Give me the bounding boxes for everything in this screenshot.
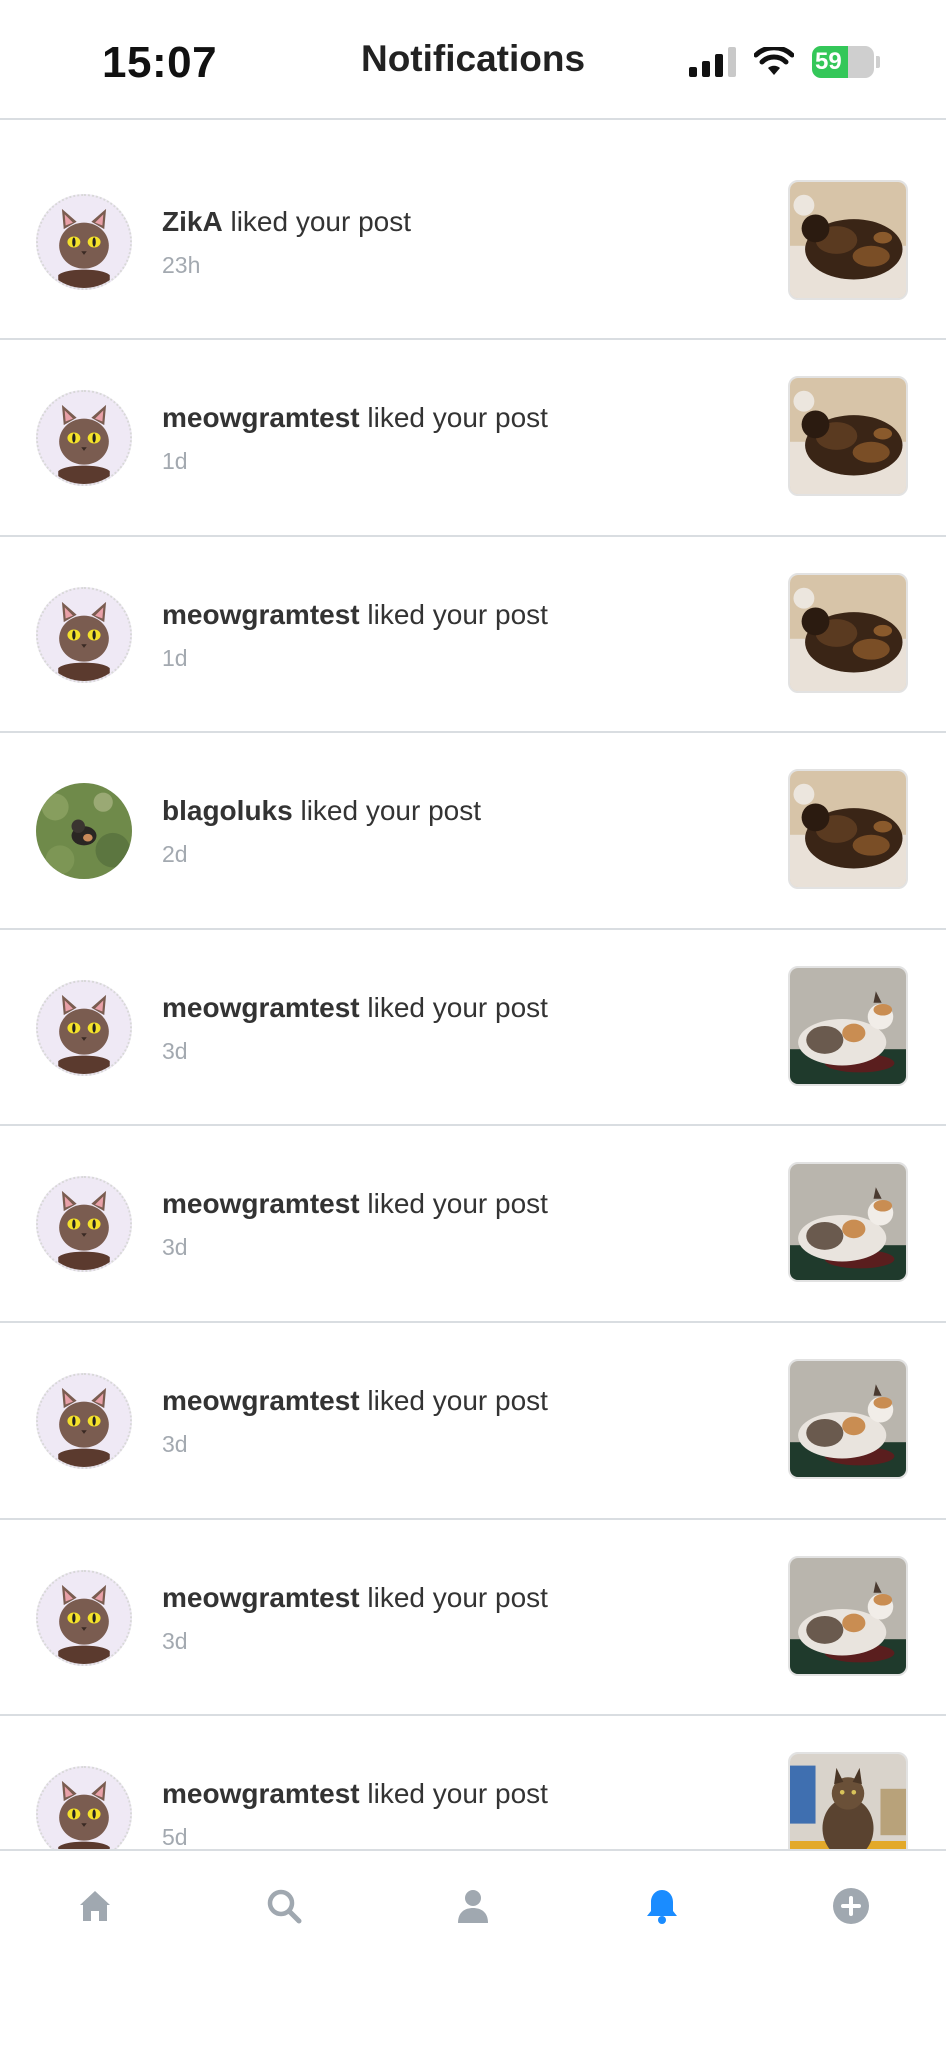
notification-text: meowgramtest liked your post 3d <box>162 992 548 1065</box>
post-thumbnail[interactable] <box>788 1555 908 1676</box>
username-link[interactable]: blagoluks <box>162 795 293 826</box>
username-link[interactable]: meowgramtest <box>162 1188 360 1219</box>
battery-icon: 59 <box>812 46 874 78</box>
notification-message: meowgramtest liked your post <box>162 402 548 434</box>
notification-action: liked your post <box>359 1581 548 1613</box>
notification-row[interactable]: meowgramtest liked your post 5d <box>0 1716 946 1849</box>
profile-icon <box>458 1890 488 1923</box>
tab-profile[interactable] <box>448 1881 498 1931</box>
post-thumbnail[interactable] <box>788 376 908 496</box>
notification-row[interactable]: meowgramtest liked your post 3d <box>0 930 946 1127</box>
post-thumbnail[interactable] <box>788 1752 908 1849</box>
notification-text: meowgramtest liked your post 5d <box>162 1778 548 1849</box>
notification-text: meowgramtest liked your post 3d <box>162 1385 548 1458</box>
avatar[interactable] <box>36 390 132 486</box>
notification-time: 3d <box>162 1430 188 1457</box>
notification-row[interactable]: meowgramtest liked your post 1d <box>0 340 946 537</box>
notification-row[interactable]: meowgramtest liked your post 3d <box>0 1323 946 1520</box>
wifi-icon <box>754 47 794 75</box>
username-link[interactable]: meowgramtest <box>162 599 360 630</box>
notification-row[interactable]: ZikA liked your post 23h <box>0 122 946 340</box>
notification-row[interactable]: meowgramtest liked your post 3d <box>0 1520 946 1717</box>
notification-message: meowgramtest liked your post <box>162 1385 548 1417</box>
notification-text: meowgramtest liked your post 1d <box>162 599 548 672</box>
notification-time: 23h <box>162 252 201 278</box>
notification-time: 1d <box>162 644 188 671</box>
search-icon <box>267 1889 302 1924</box>
notification-action: liked your post <box>222 206 412 237</box>
avatar[interactable] <box>36 1372 132 1469</box>
username-link[interactable]: meowgramtest <box>162 1582 360 1613</box>
notification-time: 1d <box>162 448 188 474</box>
tab-notifications[interactable] <box>637 1881 687 1931</box>
notification-message: meowgramtest liked your post <box>162 1188 548 1220</box>
notification-action: liked your post <box>359 1778 548 1810</box>
notification-action: liked your post <box>359 402 548 433</box>
notification-action: liked your post <box>359 1188 548 1220</box>
bell-icon <box>647 1890 677 1924</box>
notification-time: 5d <box>162 1824 188 1849</box>
avatar[interactable] <box>36 586 132 683</box>
notification-text: meowgramtest liked your post 1d <box>162 402 548 475</box>
username-link[interactable]: meowgramtest <box>162 1385 360 1416</box>
username-link[interactable]: ZikA <box>162 206 223 237</box>
notification-message: meowgramtest liked your post <box>162 1778 548 1810</box>
avatar[interactable] <box>36 979 132 1076</box>
home-icon <box>80 1891 110 1921</box>
notification-time: 3d <box>162 1234 188 1261</box>
tab-bar <box>0 1849 946 2048</box>
username-link[interactable]: meowgramtest <box>162 1778 360 1809</box>
notification-message: meowgramtest liked your post <box>162 1582 548 1614</box>
notification-action: liked your post <box>359 1384 548 1416</box>
notification-text: meowgramtest liked your post 3d <box>162 1582 548 1655</box>
notification-text: blagoluks liked your post 2d <box>162 795 481 868</box>
status-icons: 59 <box>689 46 880 78</box>
post-thumbnail[interactable] <box>788 1358 908 1479</box>
notification-message: meowgramtest liked your post <box>162 992 548 1024</box>
tab-add[interactable] <box>826 1881 876 1931</box>
avatar[interactable] <box>36 1569 132 1666</box>
tab-search[interactable] <box>259 1881 309 1931</box>
notification-text: meowgramtest liked your post 3d <box>162 1188 548 1261</box>
notification-action: liked your post <box>292 795 482 827</box>
post-thumbnail[interactable] <box>788 965 908 1086</box>
post-thumbnail[interactable] <box>788 1162 908 1283</box>
notification-row[interactable]: meowgramtest liked your post 1d <box>0 537 946 734</box>
top-bar: 15:07 Notifications 59 <box>0 0 946 120</box>
notification-time: 3d <box>162 1627 188 1654</box>
add-icon <box>833 1888 869 1924</box>
avatar[interactable] <box>36 194 132 290</box>
notification-action: liked your post <box>359 991 548 1023</box>
notification-list[interactable]: ZikA liked your post 23h meowgramtest like… <box>0 122 946 1849</box>
notification-message: ZikA liked your post <box>162 206 411 238</box>
username-link[interactable]: meowgramtest <box>162 402 360 433</box>
post-thumbnail[interactable] <box>788 572 908 693</box>
notification-message: blagoluks liked your post <box>162 795 481 827</box>
battery-level: 59 <box>815 48 842 75</box>
notification-message: meowgramtest liked your post <box>162 599 548 631</box>
notification-time: 3d <box>162 1037 188 1064</box>
avatar[interactable] <box>36 783 132 880</box>
avatar[interactable] <box>36 1176 132 1273</box>
notification-action: liked your post <box>359 598 548 630</box>
notification-row[interactable]: meowgramtest liked your post 3d <box>0 1126 946 1323</box>
tab-home[interactable] <box>70 1881 120 1931</box>
cellular-signal-icon <box>689 47 736 77</box>
post-thumbnail[interactable] <box>788 769 908 890</box>
notification-time: 2d <box>162 841 188 868</box>
avatar[interactable] <box>36 1766 132 1849</box>
notification-row[interactable]: blagoluks liked your post 2d <box>0 733 946 930</box>
post-thumbnail[interactable] <box>788 180 908 300</box>
username-link[interactable]: meowgramtest <box>162 992 360 1023</box>
notification-text: ZikA liked your post 23h <box>162 206 411 279</box>
